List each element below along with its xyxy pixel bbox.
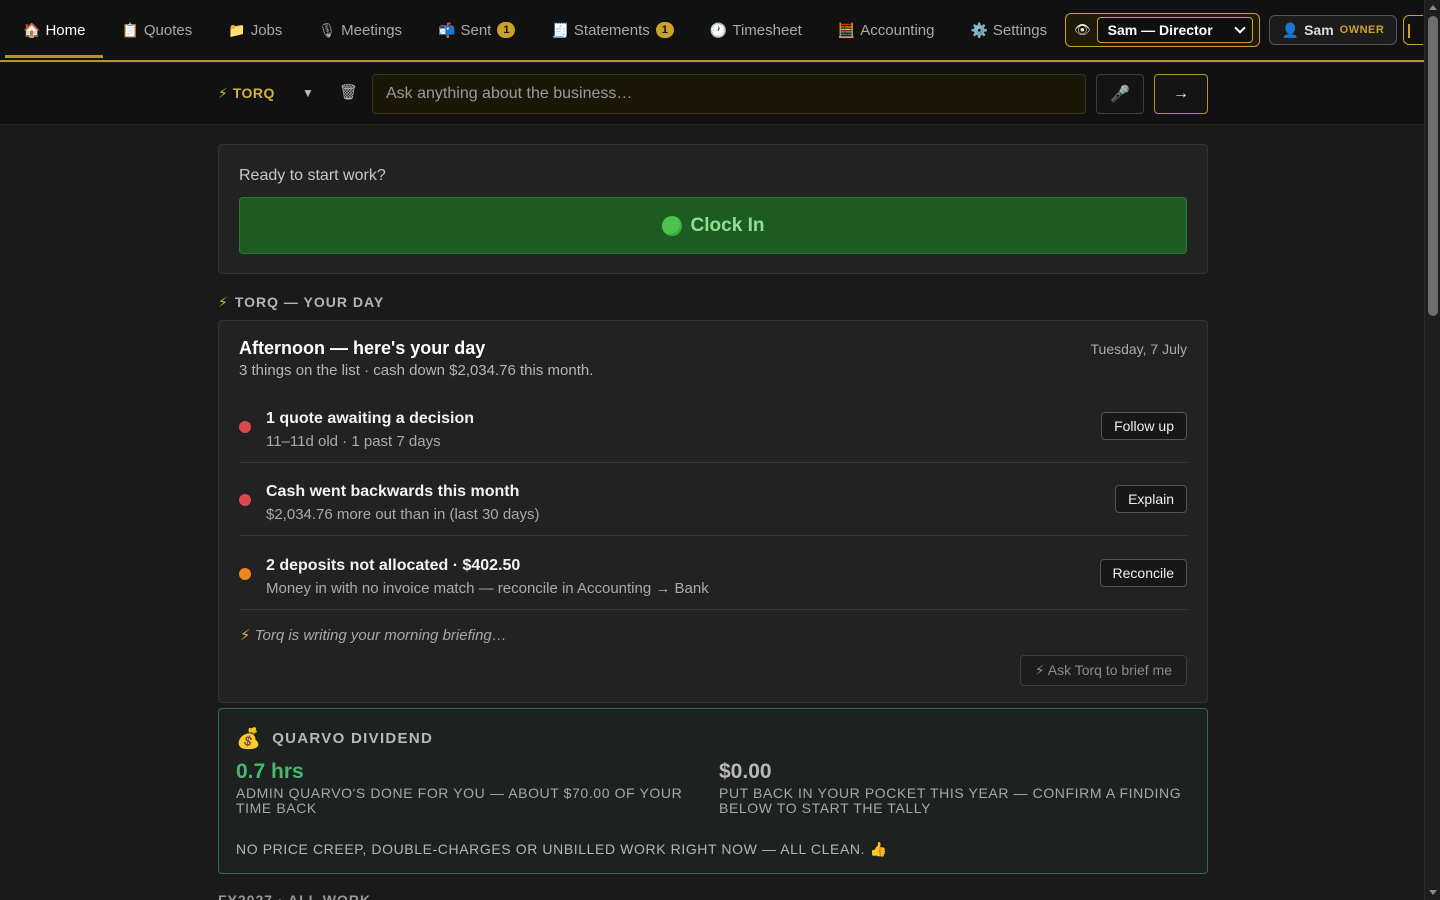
user-menu-button[interactable]: 👤 Sam OWNER: [1268, 15, 1398, 45]
tab-statements[interactable]: 🧾 Statements 1: [533, 2, 691, 58]
dividend-card: 💰 QUARVO DIVIDEND 0.7 hrs Admin Quarvo's…: [218, 708, 1208, 874]
tab-timesheet[interactable]: 🕐 Timesheet: [692, 2, 820, 58]
ask-bar: ⚡ TORQ ▼ 🗑 🎤 →: [0, 63, 1424, 125]
tab-label: Sent: [460, 21, 492, 39]
your-day-card: Afternoon — here's your day 3 things on …: [218, 320, 1208, 703]
eye-icon: 👁: [1074, 22, 1091, 37]
tab-settings[interactable]: ⚙️ Settings: [952, 2, 1065, 58]
clock-prompt: Ready to start work?: [239, 167, 386, 184]
microphone-icon: 🎤: [1110, 86, 1130, 103]
mic-button[interactable]: 🎤: [1096, 74, 1144, 114]
page-scrollbar[interactable]: [1424, 0, 1440, 900]
green-circle-icon: [661, 215, 682, 236]
home-icon: 🏠: [23, 21, 41, 38]
torq-brand: ⚡ TORQ: [218, 85, 275, 101]
clock-icon: 🕐: [709, 21, 728, 38]
role-selected-value: Sam — Director: [1107, 22, 1213, 38]
scroll-down-icon[interactable]: [1429, 890, 1437, 895]
arrow-right-icon: →: [1173, 85, 1189, 102]
tab-label: Meetings: [341, 21, 403, 39]
money-bag-icon: 💰: [236, 728, 263, 750]
item-title: 2 deposits not allocated · $402.50: [266, 557, 521, 574]
status-dot-icon: [239, 568, 251, 580]
item-detail: Money in with no invoice match — reconci…: [266, 580, 709, 597]
gear-icon: ⚙️: [970, 21, 988, 38]
user-role-badge: OWNER: [1339, 24, 1385, 36]
item-title: 1 quote awaiting a decision: [266, 410, 475, 427]
money-saved-value: $0.00: [719, 760, 772, 783]
tab-label: Quotes: [143, 21, 193, 39]
hours-saved-value: 0.7 hrs: [236, 760, 304, 783]
day-title: Afternoon — here's your day: [239, 338, 486, 358]
follow-up-button[interactable]: Follow up: [1101, 412, 1187, 440]
tab-meetings[interactable]: 🎙 Meetings: [300, 2, 420, 58]
money-saved-label: Put back in your pocket this year — conf…: [719, 785, 1182, 816]
abacus-icon: 🧮: [837, 21, 856, 38]
clock-in-button[interactable]: Clock In: [239, 197, 1187, 254]
section-label-text: TORQ — YOUR DAY: [234, 294, 385, 310]
item-detail: 11–11d old · 1 past 7 days: [266, 433, 441, 450]
count-badge: 1: [655, 22, 674, 38]
reconcile-button[interactable]: Reconcile: [1099, 559, 1187, 587]
user-name: Sam: [1304, 22, 1334, 38]
section-label-your-day: ⚡ TORQ — YOUR DAY: [218, 294, 384, 311]
role-select[interactable]: Sam — Director: [1096, 17, 1253, 43]
tab-accounting[interactable]: 🧮 Accounting: [820, 2, 953, 58]
tab-label: Accounting: [860, 21, 935, 39]
dividend-heading: 💰 QUARVO DIVIDEND: [236, 726, 433, 751]
lightning-icon: ⚡: [240, 627, 251, 644]
scrollbar-thumb[interactable]: [1428, 16, 1438, 316]
torq-dropdown-icon[interactable]: ▼: [302, 86, 314, 100]
clock-in-card: Ready to start work? Clock In: [218, 144, 1208, 274]
tab-quotes[interactable]: 📋 Quotes: [103, 2, 210, 58]
receipt-icon: 🧾: [551, 21, 569, 38]
trash-icon[interactable]: 🗑: [339, 83, 358, 101]
list-item: 1 quote awaiting a decision 11–11d old ·…: [239, 390, 1187, 463]
list-item: 2 deposits not allocated · $402.50 Money…: [239, 537, 1187, 610]
chevron-down-icon: [1233, 22, 1246, 34]
lightning-icon: ⚡: [218, 294, 229, 310]
section-label-all-work: FY2027 · ALL WORK: [218, 892, 372, 900]
tab-home[interactable]: 🏠 Home: [5, 2, 104, 58]
tab-label: Statements: [573, 21, 650, 39]
status-dot-icon: [239, 494, 251, 506]
item-title: Cash went backwards this month: [266, 483, 520, 500]
count-badge: 1: [497, 22, 516, 38]
folder-icon: 📁: [228, 21, 246, 38]
list-item: Cash went backwards this month $2,034.76…: [239, 463, 1187, 536]
explain-button[interactable]: Explain: [1115, 485, 1187, 513]
hours-saved-label: Admin Quarvo's done for you — about $70.…: [236, 785, 683, 816]
user-icon: 👤: [1281, 21, 1300, 38]
day-date: Tuesday, 7 July: [1090, 341, 1188, 357]
clock-in-label: Clock In: [690, 214, 765, 236]
ask-torq-brief-button[interactable]: ⚡ Ask Torq to brief me: [1019, 655, 1187, 686]
day-subtitle: 3 things on the list · cash down $2,034.…: [239, 362, 594, 379]
item-detail: $2,034.76 more out than in (last 30 days…: [266, 506, 540, 523]
all-clean-status: No price creep, double-charges or unbill…: [236, 841, 888, 857]
role-switcher: 👁 Sam — Director: [1065, 13, 1260, 47]
top-nav: 🏠 Home 📋 Quotes 📁 Jobs 🎙 Meetings 📬 Sent 1 🧾 St…: [0, 0, 1424, 62]
send-button[interactable]: →: [1154, 74, 1208, 114]
tab-label: Settings: [992, 21, 1048, 39]
mailbox-icon: 📬: [438, 21, 456, 38]
tab-sent[interactable]: 📬 Sent 1: [420, 2, 533, 58]
status-dot-icon: [239, 421, 251, 433]
briefing-status: ⚡ Torq is writing your morning briefing…: [240, 626, 507, 644]
ask-input[interactable]: [372, 74, 1086, 114]
briefing-text: Torq is writing your morning briefing…: [254, 627, 507, 644]
overflow-button[interactable]: [1403, 15, 1424, 45]
scroll-up-icon[interactable]: [1429, 5, 1437, 10]
tab-jobs[interactable]: 📁 Jobs: [210, 2, 300, 58]
tab-label: Jobs: [250, 21, 283, 39]
tab-label: Home: [45, 21, 86, 39]
dividend-title: QUARVO DIVIDEND: [272, 730, 434, 747]
clipboard-icon: 📋: [121, 21, 139, 38]
tab-label: Timesheet: [732, 21, 802, 39]
microphone-icon: 🎙: [318, 21, 337, 38]
